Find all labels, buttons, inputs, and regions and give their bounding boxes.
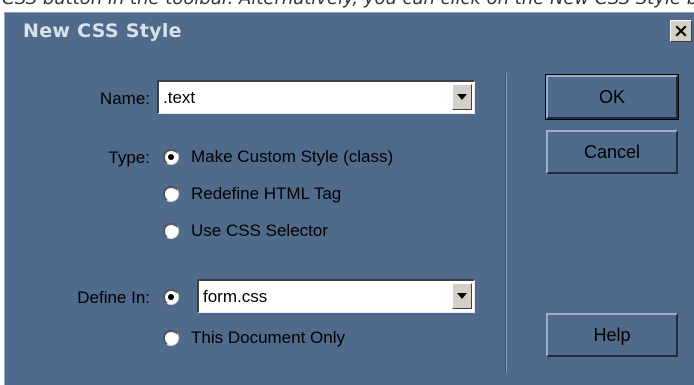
- help-button[interactable]: Help: [546, 313, 678, 357]
- background-document-strip: CSS button in the toolbar. Alternatively…: [0, 0, 694, 10]
- define-in-dropdown-button[interactable]: [452, 283, 472, 309]
- radio-this-document-only[interactable]: [163, 330, 179, 346]
- name-combobox[interactable]: .text: [157, 80, 475, 114]
- radio-label-custom-class: Make Custom Style (class): [191, 147, 394, 166]
- radio-define-in-file[interactable]: [163, 289, 179, 305]
- name-dropdown-button[interactable]: [452, 84, 472, 110]
- close-x-icon: [675, 25, 687, 37]
- define-in-this-doc-option[interactable]: This Document Only: [163, 325, 345, 351]
- title-bar[interactable]: New CSS Style: [5, 13, 694, 49]
- type-label: Type:: [108, 148, 150, 167]
- cancel-button[interactable]: Cancel: [546, 130, 678, 174]
- define-in-file-combobox[interactable]: form.css: [197, 279, 475, 313]
- radio-redefine-tag[interactable]: [163, 186, 179, 202]
- chevron-down-icon: [457, 293, 467, 299]
- type-option-custom-class[interactable]: Make Custom Style (class): [163, 144, 393, 170]
- ok-button[interactable]: OK: [545, 74, 679, 120]
- radio-label-css-selector: Use CSS Selector: [191, 221, 328, 240]
- type-option-redefine-tag[interactable]: Redefine HTML Tag: [163, 181, 341, 207]
- define-in-label: Define In:: [77, 288, 150, 307]
- name-value: .text: [163, 88, 196, 107]
- name-label: Name:: [99, 89, 150, 108]
- vertical-separator: [505, 73, 506, 373]
- type-option-css-selector[interactable]: Use CSS Selector: [163, 218, 328, 244]
- radio-label-redefine-tag: Redefine HTML Tag: [191, 184, 342, 203]
- radio-label-this-document-only: This Document Only: [191, 328, 345, 347]
- define-in-file-option[interactable]: [163, 284, 179, 310]
- dialog-title: New CSS Style: [23, 20, 182, 42]
- radio-custom-class[interactable]: [163, 149, 179, 165]
- new-css-style-dialog: New CSS Style Name: .text Type: Make Cus…: [4, 12, 694, 385]
- define-in-file-value: form.css: [203, 287, 268, 306]
- chevron-down-icon: [457, 94, 467, 100]
- radio-css-selector[interactable]: [163, 223, 179, 239]
- close-button[interactable]: [670, 20, 692, 42]
- background-document-text: CSS button in the toolbar. Alternatively…: [2, 0, 694, 9]
